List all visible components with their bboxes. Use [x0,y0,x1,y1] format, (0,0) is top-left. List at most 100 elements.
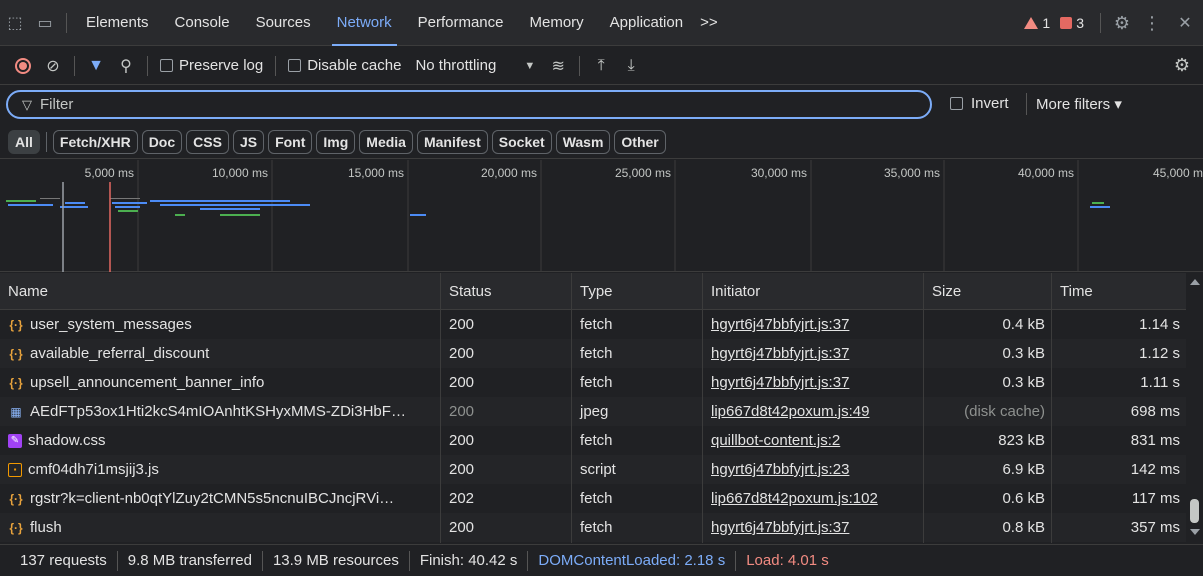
tab-elements[interactable]: Elements [73,0,162,46]
table-row[interactable]: {·} available_referral_discount 200 fetch… [0,339,1186,368]
warnings-badge[interactable]: 1 [1024,15,1050,31]
tab-application[interactable]: Application [597,0,696,46]
requests-table-body: {·} user_system_messages 200 fetch hgyrt6… [0,310,1203,543]
preserve-log-checkbox[interactable]: Preserve log [154,57,269,74]
type-filter-fetch-xhr[interactable]: Fetch/XHR [52,129,138,154]
initiator-link[interactable]: quillbot-content.js:2 [703,426,923,455]
type-filter-wasm[interactable]: Wasm [555,129,611,154]
initiator-link[interactable]: hgyrt6j47bbfyjrt.js:37 [703,339,923,368]
type-filter-font[interactable]: Font [268,129,313,154]
initiator-link[interactable]: lip667d8t42poxum.js:49 [703,397,923,426]
column-header-status[interactable]: Status [441,273,571,309]
type-filter-socket[interactable]: Socket [491,129,552,154]
close-icon[interactable]: ✕ [1167,0,1203,46]
request-bar [40,198,60,199]
column-header-initiator[interactable]: Initiator [703,273,923,309]
request-bar [220,214,260,216]
divider [579,55,581,76]
tab-memory[interactable]: Memory [517,0,597,46]
type-cell: fetch [580,345,613,362]
column-divider [702,310,703,543]
table-row[interactable]: {·} user_system_messages 200 fetch hgyrt6… [0,310,1186,339]
type-filter-css[interactable]: CSS [186,129,229,154]
type-filter-manifest[interactable]: Manifest [416,129,488,154]
divider [275,55,277,76]
warning-icon [1024,17,1039,29]
gear-icon[interactable]: ⚙ [1107,0,1137,46]
request-name-cell[interactable]: ▪ cmf04dh7i1msjij3.js [0,455,440,484]
disable-cache-checkbox[interactable]: Disable cache [282,57,407,74]
network-conditions-button[interactable]: ≋ [543,47,573,85]
status-cell: 200 [449,432,475,449]
type-cell: script [580,461,616,478]
more-filters-dropdown[interactable]: More filters ▾ [1026,93,1122,115]
table-row[interactable]: ▦ AEdFTp53ox1Hti2kcS4mIOAnhtKSHyxMMS-ZDi3… [0,397,1186,426]
table-scrollbar[interactable] [1186,273,1203,543]
tab-sources[interactable]: Sources [243,0,324,46]
initiator-link[interactable]: hgyrt6j47bbfyjrt.js:37 [703,513,923,542]
request-bar [6,200,36,202]
throttling-select[interactable]: No throttling ▼ [407,57,543,74]
tab-network[interactable]: Network [324,0,405,46]
request-bar [410,214,426,216]
table-row[interactable]: {·} rgstr?k=client-nb0qtYlZuy2tCMN5s5ncnu… [0,484,1186,513]
type-filter-doc[interactable]: Doc [141,129,183,154]
type-filter-js[interactable]: JS [232,129,265,154]
type-filter-all[interactable]: All [8,129,40,154]
tab-console[interactable]: Console [162,0,243,46]
invert-checkbox[interactable]: Invert [950,95,1009,112]
filter-input[interactable]: ▽ Filter [6,90,932,119]
kebab-menu-icon[interactable]: ⋮ [1137,0,1167,46]
request-name-cell[interactable]: ✎ shadow.css [0,426,440,455]
inspect-element-icon[interactable]: ⬚ [0,0,30,46]
tab-performance[interactable]: Performance [405,0,517,46]
type-filter-media[interactable]: Media [359,129,413,154]
request-name-cell[interactable]: ▦ AEdFTp53ox1Hti2kcS4mIOAnhtKSHyxMMS-ZDi3… [0,397,440,426]
initiator-link[interactable]: hgyrt6j47bbfyjrt.js:37 [703,368,923,397]
type-filter-other[interactable]: Other [614,129,666,154]
type-cell: jpeg [580,403,609,420]
request-bar [160,204,310,206]
request-name: flush [30,519,62,536]
search-button[interactable]: ⚲ [111,47,141,85]
checkbox-box[interactable] [950,97,963,110]
table-row[interactable]: ✎ shadow.css 200 fetch quillbot-content.j… [0,426,1186,455]
request-bar [1090,206,1110,208]
upload-icon: ⤒ [597,56,605,74]
network-settings-button[interactable]: ⚙ [1167,47,1197,85]
table-row[interactable]: ▪ cmf04dh7i1msjij3.js 200 script hgyrt6j4… [0,455,1186,484]
initiator-link[interactable]: hgyrt6j47bbfyjrt.js:23 [703,455,923,484]
errors-badge[interactable]: 3 [1060,15,1084,31]
import-har-button[interactable]: ⤒ [586,47,616,85]
clear-button[interactable]: ⊘ [38,47,68,85]
request-name-cell[interactable]: {·} flush [0,513,440,542]
type-cell: fetch [580,316,613,333]
column-header-name[interactable]: Name [0,273,440,309]
initiator-link[interactable]: hgyrt6j47bbfyjrt.js:37 [703,310,923,339]
column-header-time[interactable]: Time [1052,273,1186,309]
export-har-button[interactable]: ⤓ [616,47,646,85]
request-bar [200,208,260,210]
scroll-down-icon[interactable] [1190,529,1200,535]
checkbox-box[interactable] [160,59,173,72]
request-name-cell[interactable]: {·} upsell_announcement_banner_info [0,368,440,397]
table-row[interactable]: {·} upsell_announcement_banner_info 200 f… [0,368,1186,397]
initiator-link[interactable]: lip667d8t42poxum.js:102 [703,484,923,513]
request-name-cell[interactable]: {·} available_referral_discount [0,339,440,368]
filter-toggle-button[interactable]: ▼ [81,47,111,85]
network-overview[interactable]: 5,000 ms 10,000 ms 15,000 ms 20,000 ms 2… [0,160,1203,272]
checkbox-box[interactable] [288,59,302,72]
request-name-cell[interactable]: {·} rgstr?k=client-nb0qtYlZuy2tCMN5s5ncnu… [0,484,440,513]
record-button[interactable] [8,47,38,85]
scroll-up-icon[interactable] [1190,279,1200,285]
more-tabs-button[interactable]: >> [696,0,731,46]
overview-timeline: 5,000 ms 10,000 ms 15,000 ms 20,000 ms 2… [6,160,1203,272]
scroll-thumb[interactable] [1190,499,1199,523]
table-row[interactable]: {·} flush 200 fetch hgyrt6j47bbfyjrt.js:3… [0,513,1186,542]
type-filter-img[interactable]: Img [316,129,356,154]
wifi-settings-icon: ≋ [551,57,565,75]
column-header-size[interactable]: Size [924,273,1051,309]
device-toolbar-icon[interactable]: ▭ [30,0,60,46]
request-name-cell[interactable]: {·} user_system_messages [0,310,440,339]
column-header-type[interactable]: Type [572,273,702,309]
